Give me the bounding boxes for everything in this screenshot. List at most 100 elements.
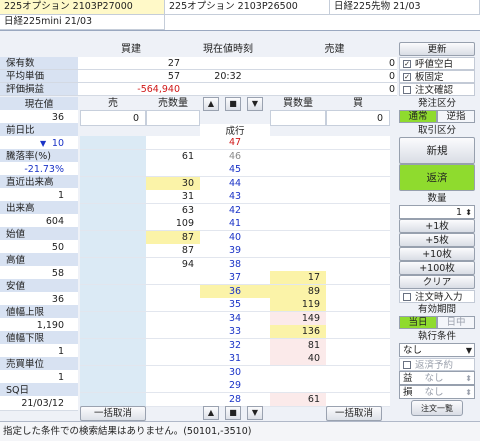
sell-price-cell[interactable] [80,244,146,258]
loss-select[interactable]: 損なし ⬍ [399,385,475,399]
exec-condition-select[interactable]: なし ▼ [399,343,475,357]
sell-price-cell[interactable] [80,230,146,245]
sell-price-cell[interactable] [80,325,146,339]
sell-price-cell[interactable] [80,392,146,407]
buy-price-cell[interactable] [326,311,390,326]
buy-price-cell[interactable] [326,190,390,204]
quantity-input[interactable]: 1 ⬍ [399,205,475,219]
buy-price-cell[interactable] [326,244,390,258]
order-type-stop[interactable]: 逆指 [437,110,475,123]
price-cell[interactable]: 28 [200,392,270,407]
check-confirm[interactable]: 注文確認 [399,83,475,96]
price-cell[interactable]: 31 [200,352,270,366]
buy-price-cell[interactable] [326,379,390,393]
profit-select[interactable]: 益なし ⬍ [399,371,475,385]
buy-price-cell[interactable] [326,271,390,285]
buy-price-cell[interactable] [326,338,390,353]
buy-price-cell[interactable] [326,217,390,231]
qty-plus5-button[interactable]: +5枚 [399,233,475,247]
buy-price-input[interactable]: 0 [326,110,390,126]
buy-price-cell[interactable] [326,203,390,218]
price-cell[interactable]: 44 [200,176,270,191]
buy-cancel-all-button[interactable]: 一括取消 [326,406,382,421]
price-cell[interactable]: 40 [200,230,270,245]
validity-daytime[interactable]: 日中 [437,316,475,329]
price-cell[interactable]: 41 [200,217,270,231]
sell-price-cell[interactable] [80,379,146,393]
check-board-fixed-box[interactable]: ✓ [403,73,411,81]
price-cell[interactable]: 34 [200,311,270,326]
scroll-down-button[interactable]: ▼ [247,97,263,111]
bottom-scroll-up-button[interactable]: ▲ [203,406,219,420]
tab-option-26500[interactable]: 225オプション 2103P26500 [165,0,330,15]
price-cell[interactable]: 30 [200,365,270,380]
price-cell[interactable]: 35 [200,298,270,312]
tab-futures[interactable]: 日経225先物 21/03 [330,0,480,15]
check-spacing[interactable]: ✓ 呼値空白 [399,57,475,70]
buy-price-cell[interactable] [326,230,390,245]
buy-price-cell[interactable] [326,298,390,312]
close-order-button[interactable]: 返済 [399,164,475,191]
order-type-normal[interactable]: 通常 [399,110,437,123]
check-confirm-box[interactable] [403,86,411,94]
profit-spinner-icon[interactable]: ⬍ [465,372,472,385]
price-cell[interactable]: 38 [200,257,270,272]
sell-price-cell[interactable] [80,203,146,218]
sell-price-cell[interactable] [80,284,146,299]
tab-option-27000[interactable]: 225オプション 2103P27000 [0,0,165,15]
tab-mini[interactable]: 日経225mini 21/03 [0,15,165,30]
price-cell[interactable]: 39 [200,244,270,258]
sell-price-cell[interactable] [80,352,146,366]
loss-spinner-icon[interactable]: ⬍ [465,386,472,399]
sell-price-cell[interactable] [80,365,146,380]
new-order-button[interactable]: 新規 [399,137,475,164]
check-repay-reserve[interactable]: 返済予約 [399,358,475,371]
sell-price-cell[interactable] [80,298,146,312]
check-board-fixed[interactable]: ✓ 板固定 [399,70,475,83]
check-input-on-order-box[interactable] [403,293,411,301]
buy-price-cell[interactable] [326,325,390,339]
buy-price-cell[interactable] [326,176,390,191]
check-spacing-box[interactable]: ✓ [403,60,411,68]
sell-price-cell[interactable] [80,163,146,177]
price-cell[interactable]: 42 [200,203,270,218]
price-cell[interactable]: 33 [200,325,270,339]
sell-price-cell[interactable] [80,257,146,272]
sell-price-input[interactable]: 0 [80,110,146,126]
price-cell[interactable]: 47 [200,136,270,150]
validity-today[interactable]: 当日 [399,316,437,329]
sell-price-cell[interactable] [80,176,146,191]
price-cell[interactable]: 43 [200,190,270,204]
check-input-on-order[interactable]: 注文時入力 [399,290,475,303]
order-list-button[interactable]: 注文一覧 [411,400,463,416]
buy-price-cell[interactable] [326,392,390,407]
price-cell[interactable]: 32 [200,338,270,353]
bottom-scroll-down-button[interactable]: ▼ [247,406,263,420]
buy-price-cell[interactable] [326,257,390,272]
qty-plus100-button[interactable]: +100枚 [399,261,475,275]
price-cell[interactable]: 45 [200,163,270,177]
price-cell[interactable]: 37 [200,271,270,285]
sell-cancel-all-button[interactable]: 一括取消 [80,406,146,421]
price-cell[interactable]: 36 [200,284,270,299]
price-cell[interactable]: 29 [200,379,270,393]
sell-price-cell[interactable] [80,217,146,231]
qty-plus10-button[interactable]: +10枚 [399,247,475,261]
sell-price-cell[interactable] [80,271,146,285]
check-repay-reserve-box[interactable] [403,361,411,369]
bottom-center-button[interactable]: ■ [225,406,241,420]
qty-clear-button[interactable]: クリア [399,275,475,289]
buy-price-cell[interactable] [326,284,390,299]
update-button[interactable]: 更新 [399,42,475,56]
scroll-up-button[interactable]: ▲ [203,97,219,111]
sell-price-cell[interactable] [80,149,146,164]
sell-price-cell[interactable] [80,311,146,326]
buy-price-cell[interactable] [326,365,390,380]
buy-price-cell[interactable] [326,136,390,150]
quantity-spinner-icon[interactable]: ⬍ [465,206,472,219]
qty-plus1-button[interactable]: +1枚 [399,219,475,233]
center-button[interactable]: ■ [225,97,241,111]
dropdown-arrow-icon[interactable]: ▼ [466,344,472,357]
buy-price-cell[interactable] [326,163,390,177]
sell-price-cell[interactable] [80,338,146,353]
